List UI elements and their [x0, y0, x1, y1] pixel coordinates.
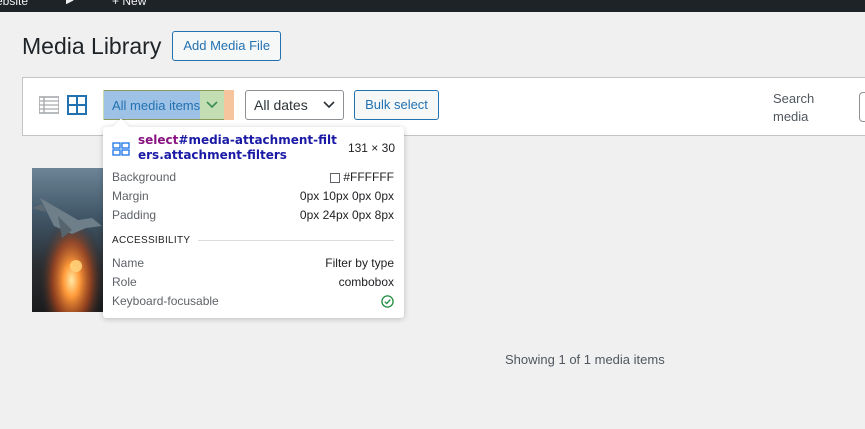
padding-highlight-right: [200, 90, 224, 120]
admin-bar-comments-icon[interactable]: ▶: [66, 0, 74, 8]
style-row-label: Margin: [112, 189, 149, 203]
style-row-value: 0px 24px 0px 8px: [299, 208, 394, 222]
accessibility-section-header: ACCESSIBILITY: [112, 235, 394, 246]
a11y-row-keyboard-focusable: Keyboard-focusable: [112, 292, 394, 311]
admin-bar-new-label: New: [122, 0, 147, 8]
a11y-row-value: combobox: [338, 275, 394, 289]
style-row-value-text: #FFFFFF: [343, 170, 394, 184]
a11y-row-role: Role combobox: [112, 273, 394, 292]
element-dimensions: 131 × 30: [347, 141, 395, 155]
flex-layout-icon: [112, 142, 130, 156]
style-row-label: Background: [112, 170, 177, 184]
margin-highlight: [224, 90, 234, 120]
a11y-row-value: [381, 292, 394, 311]
date-filter-value: All dates: [254, 97, 308, 113]
chevron-down-icon: [323, 101, 335, 109]
media-count-status: Showing 1 of 1 media items: [505, 352, 665, 367]
a11y-row-value: Filter by type: [325, 256, 394, 270]
add-media-file-button[interactable]: Add Media File: [172, 31, 282, 61]
date-filter-select[interactable]: All dates: [245, 90, 344, 120]
media-type-filter-value: All media items: [104, 90, 200, 120]
page-header: Media Library Add Media File: [22, 31, 282, 61]
selector-tag: select: [138, 133, 179, 147]
admin-bar: ebsite ▶ + New: [0, 0, 865, 12]
style-row-background: Background #FFFFFF: [112, 168, 394, 187]
devtools-inspect-tooltip: select#media-attachment-filters.attachme…: [103, 118, 404, 318]
media-type-filter[interactable]: All media items: [103, 90, 234, 120]
style-rows: Background #FFFFFF Margin 0px 10px 0px 0…: [112, 168, 394, 225]
search-input[interactable]: [859, 92, 865, 122]
style-row-padding: Padding 0px 24px 0px 8px: [112, 206, 394, 225]
style-row-label: Padding: [112, 208, 157, 222]
chevron-down-icon: [206, 101, 218, 109]
element-selector: select#media-attachment-filters.attachme…: [138, 133, 338, 163]
style-row-margin: Margin 0px 10px 0px 0px: [112, 187, 394, 206]
bulk-select-button[interactable]: Bulk select: [354, 90, 439, 120]
a11y-row-label: Keyboard-focusable: [112, 294, 219, 308]
media-thumbnail[interactable]: [32, 168, 104, 312]
search-label: Search media: [773, 91, 815, 124]
plus-icon: +: [112, 0, 120, 8]
a11y-row-name: Name Filter by type: [112, 254, 394, 273]
jet-image-thumbnail: [32, 168, 104, 312]
page-title: Media Library: [22, 33, 162, 59]
accessibility-section-title: ACCESSIBILITY: [112, 235, 191, 246]
a11y-row-label: Name: [112, 256, 145, 270]
style-row-value: #FFFFFF: [330, 168, 394, 187]
style-row-value: 0px 10px 0px 0px: [299, 189, 394, 203]
a11y-row-label: Role: [112, 275, 137, 289]
admin-bar-site-link[interactable]: ebsite: [0, 0, 28, 8]
admin-bar-new-link[interactable]: + New: [112, 0, 146, 8]
check-circle-icon: [381, 295, 394, 308]
section-divider: [198, 240, 394, 241]
color-swatch: [330, 172, 341, 183]
grid-view-icon[interactable]: [66, 94, 88, 116]
accessibility-rows: Name Filter by type Role combobox Keyboa…: [112, 254, 394, 311]
list-view-icon[interactable]: [39, 95, 59, 115]
